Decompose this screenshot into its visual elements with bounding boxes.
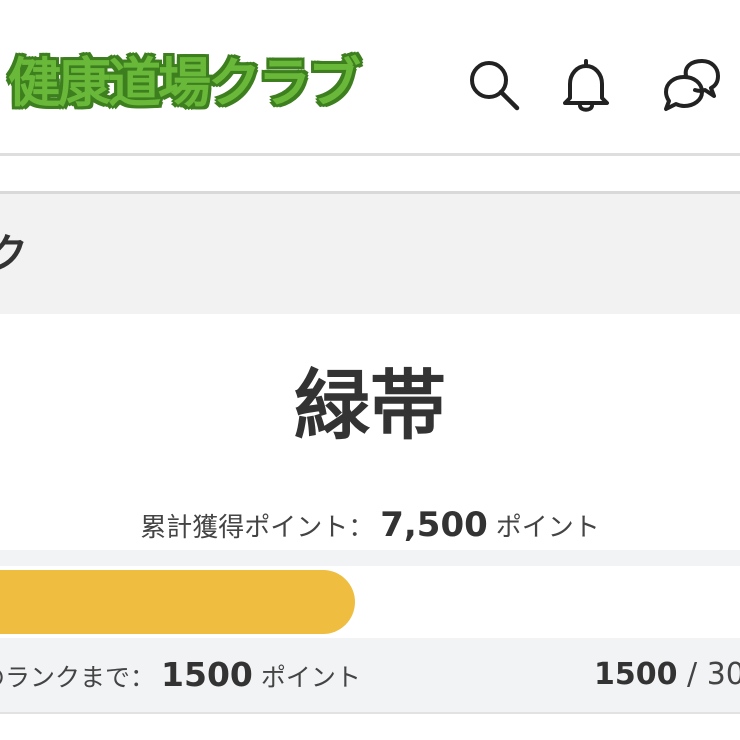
next-rank-unit: ポイント — [260, 663, 361, 692]
progress-info-row: のランクまで：1500ポイント 1500 / 30 — [0, 638, 740, 712]
chat-icon — [664, 59, 720, 111]
progress-target: 30 — [706, 657, 740, 692]
rank-progress-fill — [0, 570, 355, 634]
progress-top-strip — [0, 550, 740, 566]
next-rank-remaining: のランクまで：1500ポイント — [0, 650, 361, 703]
site-logo[interactable]: 健康道場クラブ — [8, 44, 361, 124]
next-rank-value: 1500 — [161, 655, 253, 694]
bottom-divider — [0, 712, 740, 714]
next-rank-label: のランクまで： — [0, 663, 156, 692]
bell-icon — [563, 59, 609, 112]
rank-progress-bar — [0, 566, 740, 638]
notifications-button[interactable] — [556, 56, 616, 116]
progress-separator: / — [687, 657, 698, 692]
section-title: ク — [0, 231, 28, 277]
total-points-line: 累計獲得ポイント： 7,500 ポイント — [0, 500, 740, 553]
section-title-bar: ク — [0, 194, 740, 314]
search-button[interactable] — [464, 56, 524, 116]
header-divider — [0, 153, 740, 156]
progress-current: 1500 — [594, 657, 678, 692]
search-icon — [470, 61, 520, 111]
total-points-unit: ポイント — [495, 513, 600, 543]
app-header: 健康道場クラブ — [0, 0, 740, 155]
total-points-value: 7,500 — [380, 505, 488, 545]
progress-fraction: 1500 / 30 — [594, 650, 740, 700]
current-rank-name: 緑帯 — [294, 361, 446, 450]
total-points-label: 累計獲得ポイント： — [140, 513, 375, 543]
messages-button[interactable] — [660, 56, 720, 116]
